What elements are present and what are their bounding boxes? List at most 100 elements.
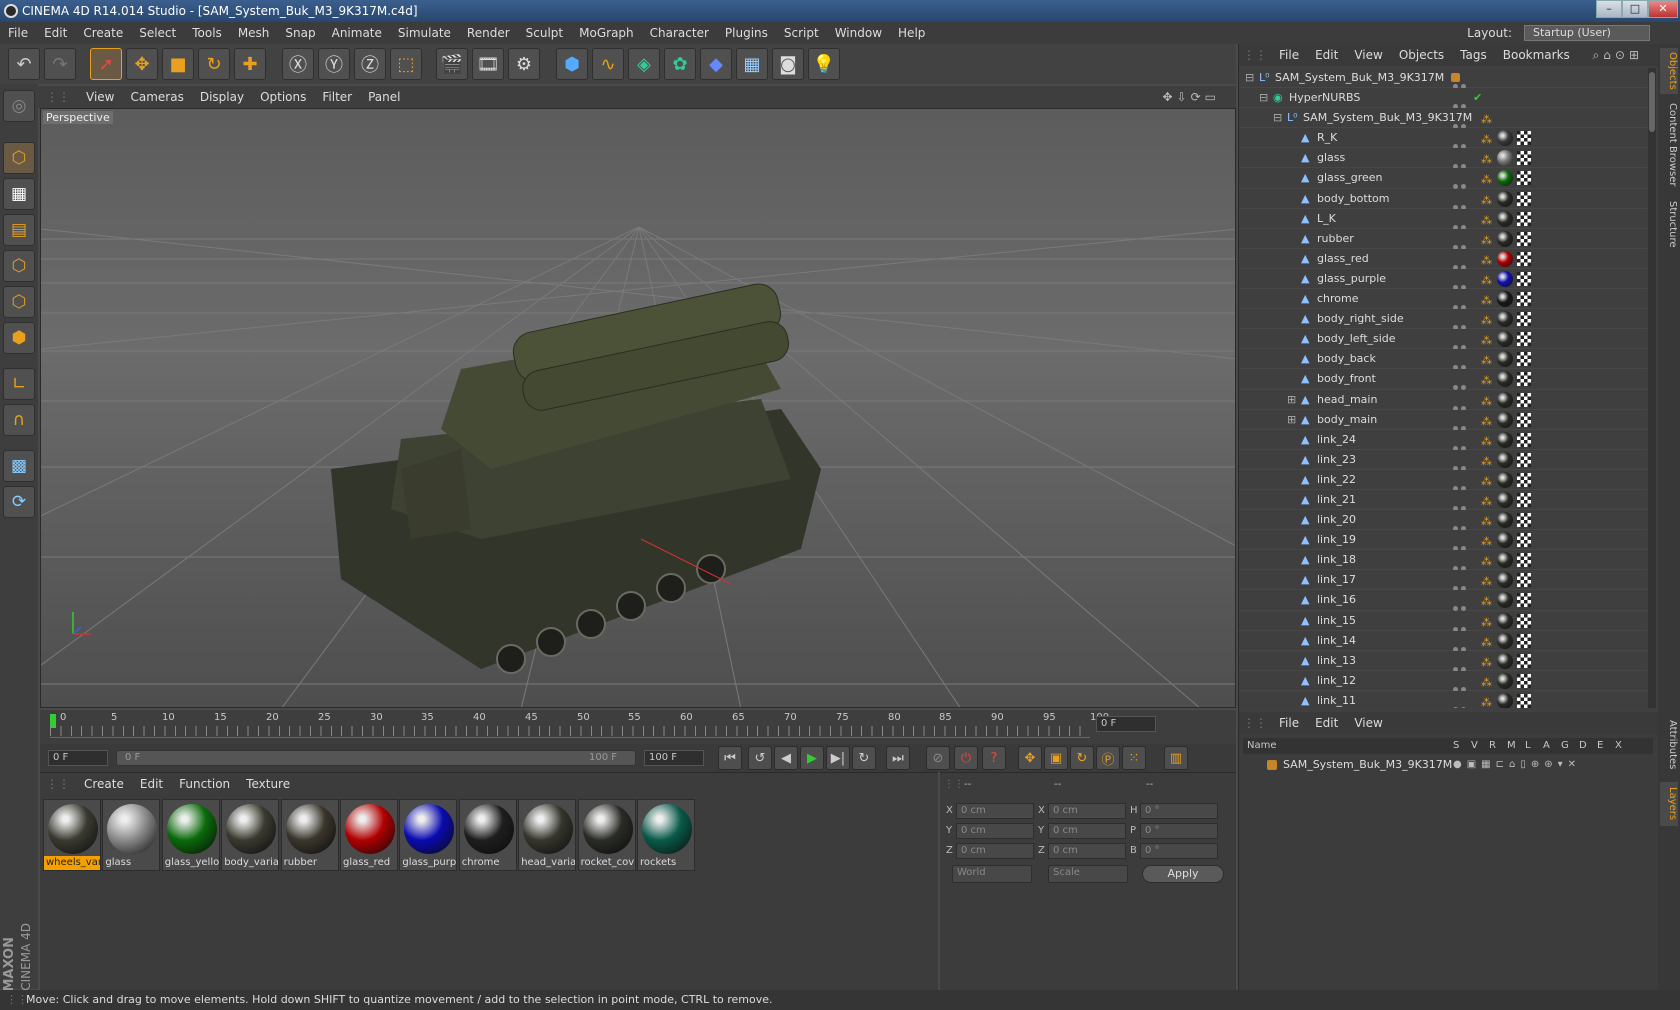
uvw-tag-icon[interactable] — [1517, 211, 1531, 226]
visibility-dots[interactable] — [1453, 155, 1467, 170]
uvw-tag-icon[interactable] — [1517, 693, 1531, 708]
phong-tag-icon[interactable]: ⁂ — [1481, 572, 1492, 592]
texture-tag-icon[interactable] — [1497, 230, 1513, 247]
material-label[interactable]: glass_purp — [400, 856, 456, 870]
menu-plugins[interactable]: Plugins — [717, 22, 776, 44]
redo-icon[interactable]: ↷ — [44, 48, 76, 80]
timeline-track[interactable]: 0 5 10 15 20 25 30 35 40 45 50 55 60 65 … — [50, 712, 1109, 738]
phong-tag-icon[interactable]: ⁂ — [1481, 331, 1492, 351]
visibility-dots[interactable] — [1453, 115, 1467, 130]
material-label[interactable]: rubber — [282, 856, 338, 870]
texture-tag-icon[interactable] — [1497, 632, 1513, 649]
object-name[interactable]: link_19 — [1317, 530, 1356, 550]
material-label[interactable]: glass_red — [341, 856, 397, 870]
texture-tag-icon[interactable] — [1497, 311, 1513, 328]
material-label[interactable]: body_varia — [222, 856, 278, 870]
uvw-tag-icon[interactable] — [1517, 271, 1531, 286]
collapse-icon[interactable]: ⊟ — [1273, 108, 1282, 128]
uvw-tag-icon[interactable] — [1517, 452, 1531, 467]
autokey-icon[interactable]: ⏻ — [954, 746, 978, 770]
object-name[interactable]: L_K — [1317, 209, 1336, 229]
object-row[interactable]: ⊞ ▲ body_main ⁂ — [1239, 409, 1647, 431]
phong-tag-icon[interactable]: ⁂ — [1481, 492, 1492, 512]
visibility-dots[interactable] — [1453, 336, 1467, 351]
uvw-tag-icon[interactable] — [1517, 613, 1531, 628]
texture-tag-icon[interactable] — [1497, 331, 1513, 348]
object-name[interactable]: body_bottom — [1317, 189, 1390, 209]
polygons-mode-icon[interactable]: ⬢ — [3, 322, 35, 354]
vp-menu-options[interactable]: Options — [252, 86, 314, 108]
spline-pen-icon[interactable]: ∿ — [592, 48, 624, 80]
object-name[interactable]: link_11 — [1317, 691, 1356, 708]
coord-value-field[interactable]: 0 cm — [956, 823, 1034, 839]
vp-menu-cameras[interactable]: Cameras — [122, 86, 191, 108]
tab-attributes[interactable]: Attributes — [1660, 714, 1678, 776]
coord-value-field[interactable]: 0 ° — [1140, 823, 1218, 839]
visibility-dots[interactable] — [1453, 296, 1467, 311]
uvw-tag-icon[interactable] — [1517, 492, 1531, 507]
make-editable-icon[interactable]: ◎ — [3, 90, 35, 122]
workplane-mode-icon[interactable]: ▤ — [3, 214, 35, 246]
object-row[interactable]: ▲ body_bottom ⁂ — [1239, 188, 1647, 210]
coord-mode-select[interactable]: World — [952, 865, 1032, 883]
texture-tag-icon[interactable] — [1497, 170, 1513, 187]
uvw-tag-icon[interactable] — [1517, 171, 1531, 186]
material-swatch[interactable]: glass — [102, 799, 161, 871]
coordinate-system-icon[interactable]: ⬚ — [390, 48, 422, 80]
move-tool-icon[interactable]: ✥ — [126, 48, 158, 80]
layer-menu-edit[interactable]: Edit — [1307, 716, 1346, 730]
visibility-dots[interactable] — [1453, 216, 1467, 230]
object-name[interactable]: body_front — [1317, 369, 1376, 389]
uvw-tag-icon[interactable] — [1517, 573, 1531, 588]
uvw-tag-icon[interactable] — [1517, 633, 1531, 648]
object-name[interactable]: link_21 — [1317, 490, 1356, 510]
menu-create[interactable]: Create — [75, 22, 131, 44]
phong-tag-icon[interactable]: ⁂ — [1481, 371, 1492, 391]
phong-tag-icon[interactable]: ⁂ — [1481, 351, 1492, 371]
vp-menu-view[interactable]: View — [78, 86, 122, 108]
layer-color-icon[interactable] — [1451, 73, 1460, 82]
step-back-icon[interactable]: ◀ — [774, 746, 798, 770]
render-view-icon[interactable]: 🎬 — [436, 48, 468, 80]
texture-tag-icon[interactable] — [1497, 130, 1513, 147]
edges-mode-icon[interactable]: ⬡ — [3, 286, 35, 318]
z-axis-lock-icon[interactable]: Ⓩ — [354, 48, 386, 80]
object-name[interactable]: head_main — [1317, 390, 1377, 410]
light-icon[interactable]: 💡 — [808, 48, 840, 80]
expand-icon[interactable]: ⊞ — [1287, 390, 1296, 410]
current-frame-field[interactable]: 0 F — [1096, 716, 1156, 732]
visibility-dots[interactable] — [1453, 658, 1467, 672]
uvw-tag-icon[interactable] — [1517, 653, 1531, 668]
texture-tag-icon[interactable] — [1497, 512, 1513, 529]
uvw-tag-icon[interactable] — [1517, 151, 1531, 166]
object-row[interactable]: ▲ body_left_side ⁂ — [1239, 329, 1647, 351]
object-row[interactable]: ▲ link_13 ⁂ — [1239, 650, 1647, 672]
preview-range-slider[interactable]: 0 F 100 F — [116, 750, 636, 766]
key-scale-icon[interactable]: ▣ — [1044, 746, 1068, 770]
object-name[interactable]: glass — [1317, 148, 1345, 168]
magnet-tool-icon[interactable]: ∩ — [3, 404, 35, 436]
prev-key-icon[interactable]: ↺ — [748, 746, 772, 770]
texture-tag-icon[interactable] — [1497, 552, 1513, 569]
uvw-tag-icon[interactable] — [1517, 312, 1531, 327]
object-row[interactable]: ▲ glass_purple ⁂ — [1239, 268, 1647, 290]
uvw-tag-icon[interactable] — [1517, 332, 1531, 347]
object-name[interactable]: glass_red — [1317, 249, 1369, 269]
object-row[interactable]: ▲ R_K ⁂ — [1239, 128, 1647, 150]
uvw-tag-icon[interactable] — [1517, 533, 1531, 548]
y-axis-lock-icon[interactable]: Ⓨ — [318, 48, 350, 80]
obj-menu-objects[interactable]: Objects — [1391, 44, 1452, 66]
object-row[interactable]: ▲ link_19 ⁂ — [1239, 530, 1647, 552]
phong-tag-icon[interactable]: ⁂ — [1481, 311, 1492, 331]
mograph-cloner-icon[interactable]: ✿ — [664, 48, 696, 80]
timeline-layout-icon[interactable]: ▥ — [1164, 746, 1188, 770]
visibility-dots[interactable] — [1453, 638, 1467, 652]
menu-mesh[interactable]: Mesh — [230, 22, 278, 44]
mat-menu-function[interactable]: Function — [171, 777, 238, 791]
model-mode-icon[interactable]: ⬡ — [3, 142, 35, 174]
phong-tag-icon[interactable]: ⁂ — [1481, 673, 1492, 693]
object-row[interactable]: ▲ body_right_side ⁂ — [1239, 309, 1647, 331]
texture-tag-icon[interactable] — [1497, 672, 1513, 689]
layer-row[interactable]: SAM_System_Buk_M3_9K317M ●▣▦⊏⌂▯⊕⊛▾✕ — [1243, 756, 1653, 774]
layout-select[interactable]: Startup (User) — [1524, 25, 1650, 41]
